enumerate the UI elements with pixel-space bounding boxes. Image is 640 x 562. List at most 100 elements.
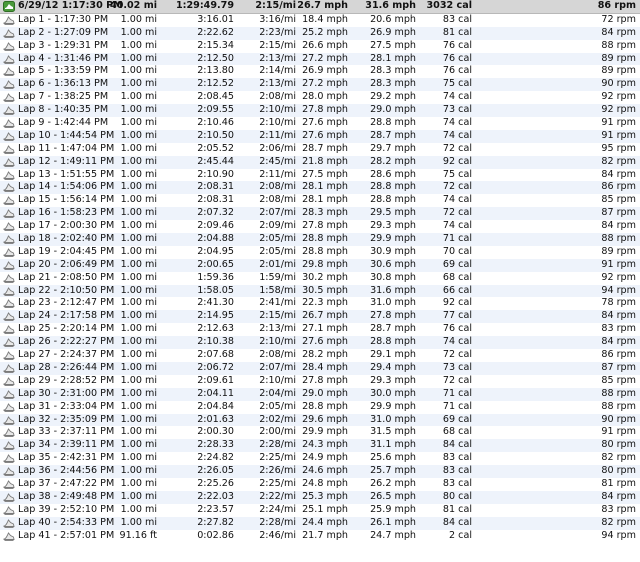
lap-row[interactable]: Lap 26 - 2:22:27 PM 1.00 mi 2:10.38 2:10/mi…: [0, 336, 640, 350]
lap-pace: 2:45/mi: [259, 155, 296, 167]
lap-avg-speed: 25.3 mph: [302, 490, 348, 502]
lap-row[interactable]: Lap 13 - 1:51:55 PM 1.00 mi 2:10.90 2:11/mi…: [0, 168, 640, 182]
lap-pace: 2:46/mi: [259, 529, 296, 541]
lap-time: 2:04.11: [197, 387, 234, 399]
lap-pace: 2:15/mi: [259, 310, 296, 322]
shoe-gray-icon: [3, 363, 15, 374]
lap-row[interactable]: Lap 12 - 1:49:11 PM 1.00 mi 2:45.44 2:45/mi…: [0, 155, 640, 169]
lap-pace: 2:11/mi: [259, 129, 296, 141]
lap-row[interactable]: Lap 32 - 2:35:09 PM 1.00 mi 2:01.63 2:02/mi…: [0, 413, 640, 427]
lap-row[interactable]: Lap 38 - 2:49:48 PM 1.00 mi 2:22.03 2:22/mi…: [0, 490, 640, 504]
workout-name: 6/29/12 1:17:30 PM: [18, 0, 123, 11]
lap-row[interactable]: Lap 21 - 2:08:50 PM 1.00 mi 1:59.36 1:59/mi…: [0, 271, 640, 285]
lap-row[interactable]: Lap 30 - 2:31:00 PM 1.00 mi 2:04.11 2:04/mi…: [0, 387, 640, 401]
lap-row[interactable]: Lap 28 - 2:26:44 PM 1.00 mi 2:06.72 2:07/mi…: [0, 361, 640, 375]
lap-row[interactable]: Lap 33 - 2:37:11 PM 1.00 mi 2:00.30 2:00/mi…: [0, 426, 640, 440]
lap-calories: 77 cal: [442, 310, 472, 322]
lap-row[interactable]: Lap 6 - 1:36:13 PM 1.00 mi 2:12.52 2:13/mi 2…: [0, 78, 640, 92]
lap-row[interactable]: Lap 1 - 1:17:30 PM 1.00 mi 3:16.01 3:16/mi 1…: [0, 13, 640, 27]
lap-row[interactable]: Lap 3 - 1:29:31 PM 1.00 mi 2:15.34 2:15/mi 2…: [0, 39, 640, 53]
lap-row[interactable]: Lap 20 - 2:06:49 PM 1.00 mi 2:00.65 2:01/mi…: [0, 258, 640, 272]
lap-max-speed: 31.6 mph: [370, 284, 416, 296]
lap-time: 2:10.50: [197, 129, 234, 141]
lap-row[interactable]: Lap 39 - 2:52:10 PM 1.00 mi 2:23.57 2:24/mi…: [0, 503, 640, 517]
lap-row[interactable]: Lap 29 - 2:28:52 PM 1.00 mi 2:09.61 2:10/mi…: [0, 374, 640, 388]
lap-time: 2:45.44: [197, 155, 234, 167]
lap-row[interactable]: Lap 35 - 2:42:31 PM 1.00 mi 2:24.82 2:25/mi…: [0, 452, 640, 466]
lap-cadence: 84 rpm: [601, 490, 636, 502]
lap-calories: 2 cal: [449, 529, 472, 541]
lap-row[interactable]: Lap 23 - 2:12:47 PM 1.00 mi 2:41.30 2:41/mi…: [0, 297, 640, 311]
lap-row[interactable]: Lap 19 - 2:04:45 PM 1.00 mi 2:04.95 2:05/mi…: [0, 245, 640, 259]
lap-name: Lap 35 - 2:42:31 PM: [18, 452, 115, 464]
lap-time: 2:12.50: [197, 52, 234, 64]
lap-max-speed: 29.9 mph: [370, 233, 416, 245]
lap-row[interactable]: Lap 7 - 1:38:25 PM 1.00 mi 2:08.45 2:08/mi 2…: [0, 91, 640, 105]
lap-row[interactable]: Lap 31 - 2:33:04 PM 1.00 mi 2:04.84 2:05/mi…: [0, 400, 640, 414]
lap-distance: 1.00 mi: [120, 181, 157, 193]
workout-max-speed: 31.6 mph: [365, 0, 416, 11]
workout-cadence: 86 rpm: [597, 0, 636, 11]
lap-pace: 2:26/mi: [259, 465, 296, 477]
shoe-gray-icon: [3, 518, 15, 529]
shoe-gray-icon: [3, 182, 15, 193]
lap-row[interactable]: Lap 41 - 2:57:01 PM 91.16 ft 0:02.86 2:46/m…: [0, 529, 640, 543]
lap-avg-speed: 29.0 mph: [302, 387, 348, 399]
lap-row[interactable]: Lap 37 - 2:47:22 PM 1.00 mi 2:25.26 2:25/mi…: [0, 477, 640, 491]
lap-cadence: 85 rpm: [601, 374, 636, 386]
lap-calories: 81 cal: [442, 26, 472, 38]
lap-max-speed: 29.1 mph: [370, 349, 416, 361]
shoe-gray-icon: [3, 350, 15, 361]
lap-row[interactable]: Lap 25 - 2:20:14 PM 1.00 mi 2:12.63 2:13/mi…: [0, 323, 640, 337]
lap-calories: 68 cal: [442, 271, 472, 283]
workout-calories: 3032 cal: [426, 0, 473, 11]
lap-name: Lap 36 - 2:44:56 PM: [18, 465, 115, 477]
lap-cadence: 84 rpm: [601, 310, 636, 322]
lap-row[interactable]: Lap 24 - 2:17:58 PM 1.00 mi 2:14.95 2:15/mi…: [0, 310, 640, 324]
lap-max-speed: 28.8 mph: [370, 117, 416, 129]
lap-row[interactable]: Lap 16 - 1:58:23 PM 1.00 mi 2:07.32 2:07/mi…: [0, 207, 640, 221]
lap-calories: 72 cal: [442, 374, 472, 386]
lap-name: Lap 24 - 2:17:58 PM: [18, 310, 115, 322]
lap-row[interactable]: Lap 36 - 2:44:56 PM 1.00 mi 2:26.05 2:26/mi…: [0, 465, 640, 478]
lap-distance: 1.00 mi: [120, 142, 157, 154]
lap-avg-speed: 28.8 mph: [302, 400, 348, 412]
lap-max-speed: 30.8 mph: [370, 271, 416, 283]
lap-cadence: 86 rpm: [601, 181, 636, 193]
lap-row[interactable]: Lap 11 - 1:47:04 PM 1.00 mi 2:05.52 2:06/mi…: [0, 142, 640, 156]
lap-row[interactable]: Lap 14 - 1:54:06 PM 1.00 mi 2:08.31 2:08/mi…: [0, 181, 640, 195]
lap-max-speed: 28.8 mph: [370, 336, 416, 348]
lap-cadence: 81 rpm: [601, 477, 636, 489]
lap-name: Lap 33 - 2:37:11 PM: [18, 426, 115, 438]
lap-row[interactable]: Lap 15 - 1:56:14 PM 1.00 mi 2:08.31 2:08/mi…: [0, 194, 640, 208]
lap-name: Lap 10 - 1:44:54 PM: [18, 129, 115, 141]
lap-avg-speed: 27.2 mph: [302, 52, 348, 64]
lap-row[interactable]: Lap 40 - 2:54:33 PM 1.00 mi 2:27.82 2:28/mi…: [0, 516, 640, 530]
lap-name: Lap 27 - 2:24:37 PM: [18, 349, 115, 361]
lap-distance: 1.00 mi: [120, 26, 157, 38]
lap-name: Lap 15 - 1:56:14 PM: [18, 194, 115, 206]
shoe-gray-icon: [3, 41, 15, 52]
lap-max-speed: 28.3 mph: [370, 78, 416, 90]
lap-row[interactable]: Lap 5 - 1:33:59 PM 1.00 mi 2:13.80 2:14/mi 2…: [0, 65, 640, 79]
lap-row[interactable]: Lap 17 - 2:00:30 PM 1.00 mi 2:09.46 2:09/mi…: [0, 220, 640, 234]
lap-row[interactable]: Lap 8 - 1:40:35 PM 1.00 mi 2:09.55 2:10/mi 2…: [0, 104, 640, 118]
workout-summary-row[interactable]: 6/29/12 1:17:30 PM 40.02 mi 1:29:49.79 2…: [0, 0, 640, 14]
shoe-gray-icon: [3, 440, 15, 451]
lap-row[interactable]: Lap 18 - 2:02:40 PM 1.00 mi 2:04.88 2:05/mi…: [0, 233, 640, 246]
lap-row[interactable]: Lap 4 - 1:31:46 PM 1.00 mi 2:12.50 2:13/mi 2…: [0, 52, 640, 66]
lap-row[interactable]: Lap 22 - 2:10:50 PM 1.00 mi 1:58.05 1:58/mi…: [0, 284, 640, 298]
lap-avg-speed: 30.5 mph: [302, 284, 348, 296]
lap-time: 3:16.01: [197, 13, 234, 25]
lap-max-speed: 28.2 mph: [370, 155, 416, 167]
lap-cadence: 88 rpm: [601, 39, 636, 51]
lap-cadence: 88 rpm: [601, 400, 636, 412]
lap-max-speed: 28.1 mph: [370, 52, 416, 64]
lap-row[interactable]: Lap 27 - 2:24:37 PM 1.00 mi 2:07.68 2:08/mi…: [0, 349, 640, 362]
lap-row[interactable]: Lap 9 - 1:42:44 PM 1.00 mi 2:10.46 2:10/mi 2…: [0, 117, 640, 130]
lap-row[interactable]: Lap 10 - 1:44:54 PM 1.00 mi 2:10.50 2:11/mi…: [0, 129, 640, 143]
lap-row[interactable]: Lap 34 - 2:39:11 PM 1.00 mi 2:28.33 2:28/mi…: [0, 439, 640, 453]
lap-time: 2:01.63: [197, 413, 234, 425]
lap-avg-speed: 28.7 mph: [302, 142, 348, 154]
lap-row[interactable]: Lap 2 - 1:27:09 PM 1.00 mi 2:22.62 2:23/mi 2…: [0, 26, 640, 40]
